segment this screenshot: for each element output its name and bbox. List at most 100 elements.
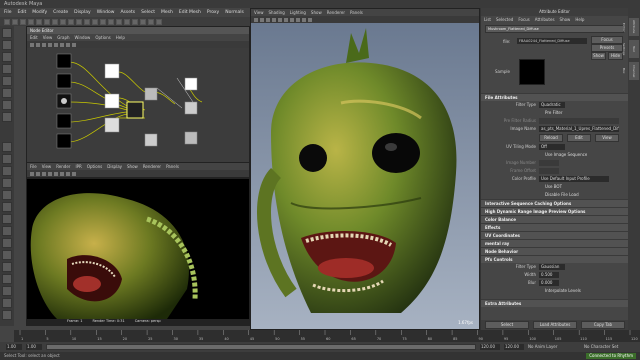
side-tab-tool-settings[interactable]: Tool Settings: [622, 40, 639, 58]
node-editor-menu-view[interactable]: View: [43, 34, 53, 41]
node-editor-menu-help[interactable]: Help: [116, 34, 125, 41]
range-slider[interactable]: [46, 344, 476, 350]
width-field[interactable]: 0.500: [539, 272, 559, 278]
rotate-tool-icon[interactable]: [2, 76, 12, 86]
ae-menu-selected[interactable]: Selected: [496, 16, 513, 23]
layout-four-icon[interactable]: [2, 154, 12, 164]
color-profile-dropdown[interactable]: Use Default Input Profile: [539, 176, 609, 182]
menu-create[interactable]: Create: [53, 8, 68, 17]
section-hdr-preview[interactable]: High Dynamic Range Image Preview Options: [481, 207, 628, 215]
shelf-icon[interactable]: [44, 18, 50, 25]
load-attributes-button[interactable]: Load Attributes: [533, 321, 577, 329]
menu-edit[interactable]: Edit: [18, 8, 27, 17]
lasso-tool-icon[interactable]: [2, 40, 12, 50]
layout-custom-icon[interactable]: [2, 250, 12, 260]
snapshot-icon[interactable]: [42, 171, 46, 176]
tool-icon[interactable]: [54, 42, 58, 47]
ae-menu-focus[interactable]: Focus: [518, 16, 529, 23]
paint-tool-icon[interactable]: [2, 52, 12, 62]
menu-assets[interactable]: Assets: [120, 8, 135, 17]
frame-offset-field[interactable]: [539, 168, 559, 174]
isolate-icon[interactable]: [302, 17, 306, 22]
shelf-icon[interactable]: [76, 18, 82, 25]
layout-custom-icon[interactable]: [2, 262, 12, 272]
grid-icon[interactable]: [260, 17, 264, 22]
tool-icon[interactable]: [42, 42, 46, 47]
viewport-menu-lighting[interactable]: Lighting: [290, 9, 306, 16]
remove-image-icon[interactable]: [72, 171, 76, 176]
render-view-menu-show[interactable]: Show: [127, 163, 138, 170]
playback-end-field[interactable]: 120.00: [480, 344, 500, 350]
wireframe-icon[interactable]: [266, 17, 270, 22]
blur-field[interactable]: 0.000: [539, 280, 559, 286]
menu-display[interactable]: Display: [74, 8, 91, 17]
shelf-icon[interactable]: [156, 18, 162, 25]
zoom-icon[interactable]: [60, 171, 64, 176]
layout-custom-icon[interactable]: [2, 226, 12, 236]
filter-type-dropdown[interactable]: Quadratic: [539, 102, 565, 108]
ae-menu-show[interactable]: Show: [560, 16, 571, 23]
render-view-menu-render[interactable]: Render: [56, 163, 70, 170]
layout-custom-icon[interactable]: [2, 238, 12, 248]
creature-model[interactable]: [251, 23, 479, 329]
menu-mesh[interactable]: Mesh: [161, 8, 173, 17]
node-editor-menu-graph[interactable]: Graph: [57, 34, 69, 41]
node-editor-menu-options[interactable]: Options: [95, 34, 110, 41]
time-slider[interactable]: 1 5 10 15 20 25 30 35 40 45 50 55 60 65 70 75 80 85 90 95 10…: [14, 330, 640, 342]
shelf-icon[interactable]: [116, 18, 122, 25]
anim-layer-dropdown[interactable]: No Anim Layer: [528, 344, 557, 350]
menu-select[interactable]: Select: [141, 8, 155, 17]
render-view-menu-panels[interactable]: Panels: [166, 163, 179, 170]
shelf-icon[interactable]: [92, 18, 98, 25]
menu-proxy[interactable]: Proxy: [207, 8, 219, 17]
shelf-icon[interactable]: [60, 18, 66, 25]
view-button[interactable]: View: [595, 134, 619, 142]
shelf-icon[interactable]: [124, 18, 130, 25]
section-mental-ray[interactable]: mental ray: [481, 239, 628, 247]
image-name-field[interactable]: as_pts_Material_1_Upres_Flattened_Diffus…: [539, 126, 619, 132]
prefilter-checkbox[interactable]: Pre Filter: [543, 110, 563, 116]
render-view-menu-ipr[interactable]: IPR: [75, 163, 81, 170]
shelf-icon[interactable]: [140, 18, 146, 25]
tool-icon[interactable]: [36, 42, 40, 47]
viewport-menu-view[interactable]: View: [254, 9, 264, 16]
shelf-icon[interactable]: [68, 18, 74, 25]
last-tool-icon[interactable]: [2, 112, 12, 122]
disable-file-load-checkbox[interactable]: Disable File Load: [543, 192, 579, 198]
copy-tab-button[interactable]: Copy Tab: [581, 321, 625, 329]
render-view-menu-options[interactable]: Options: [87, 163, 102, 170]
layout-outliner-icon[interactable]: [2, 178, 12, 188]
image-number-field[interactable]: [539, 160, 559, 166]
playback-start-field[interactable]: 1.00: [26, 344, 42, 350]
node-tab[interactable]: Mushroom_Flattened_Diffuse: [485, 25, 624, 33]
interpolate-levels-checkbox[interactable]: Interpolate Levels: [543, 288, 581, 294]
ipr-icon[interactable]: [36, 171, 40, 176]
section-file-attributes[interactable]: File Attributes: [481, 93, 628, 101]
ae-menu-list[interactable]: List: [484, 16, 491, 23]
rgb-icon[interactable]: [48, 171, 52, 176]
move-tool-icon[interactable]: [2, 64, 12, 74]
use-bot-checkbox[interactable]: Use BOT: [543, 184, 562, 190]
range-start-field[interactable]: 1.00: [6, 344, 22, 350]
menu-edit-mesh[interactable]: Edit Mesh: [179, 8, 201, 17]
smooth-shade-icon[interactable]: [272, 17, 276, 22]
shelf-icon[interactable]: [84, 18, 90, 25]
edit-button[interactable]: Edit: [567, 134, 591, 142]
shelf-icon[interactable]: [12, 18, 18, 25]
render-view-menu-view[interactable]: View: [42, 163, 52, 170]
layout-custom-icon[interactable]: [2, 286, 12, 296]
section-uv-coordinates[interactable]: UV Coordinates: [481, 231, 628, 239]
select-tool-icon[interactable]: [2, 28, 12, 38]
manip-tool-icon[interactable]: [2, 100, 12, 110]
layout-custom-icon[interactable]: [2, 310, 12, 320]
shelf-icon[interactable]: [20, 18, 26, 25]
shelf-icon[interactable]: [100, 18, 106, 25]
render-view-menu-renderer[interactable]: Renderer: [143, 163, 161, 170]
shelf-icon[interactable]: [52, 18, 58, 25]
section-extra-attributes[interactable]: Extra Attributes: [481, 299, 628, 307]
render-view-menu-display[interactable]: Display: [107, 163, 122, 170]
viewport-menu-show[interactable]: Show: [311, 9, 322, 16]
character-set-dropdown[interactable]: No Character Set: [584, 344, 618, 350]
shelf-icon[interactable]: [36, 18, 42, 25]
viewport-menu-shading[interactable]: Shading: [269, 9, 285, 16]
